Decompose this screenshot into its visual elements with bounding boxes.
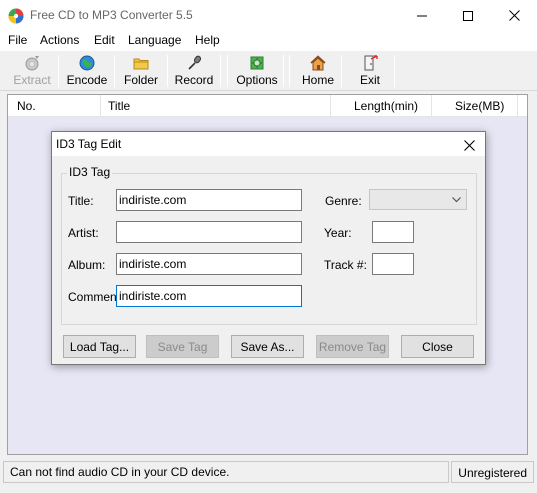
album-field[interactable] xyxy=(116,253,302,275)
exit-label: Exit xyxy=(359,73,380,87)
artist-field[interactable] xyxy=(116,221,302,243)
maximize-button[interactable] xyxy=(445,0,491,31)
menu-bar: File Actions Edit Language Help xyxy=(0,31,537,51)
genre-dropdown[interactable] xyxy=(369,189,467,210)
toolbar-separator xyxy=(114,55,115,87)
toolbar-separator xyxy=(394,55,395,87)
close-icon xyxy=(508,10,520,21)
column-header-title[interactable]: Title xyxy=(108,99,130,113)
track-number-field[interactable] xyxy=(372,253,414,275)
chevron-down-icon xyxy=(452,197,461,203)
save-as-button[interactable]: Save As... xyxy=(231,335,304,358)
record-label: Record xyxy=(174,73,214,87)
year-field[interactable] xyxy=(372,221,414,243)
id3-tag-edit-dialog: ID3 Tag Edit ID3 Tag Title: Artist: Albu… xyxy=(51,131,486,365)
folder-button[interactable]: Folder xyxy=(121,54,161,90)
folder-label: Folder xyxy=(123,73,158,87)
title-bar: Free CD to MP3 Converter 5.5 xyxy=(0,0,537,31)
toolbar-separator xyxy=(58,55,59,87)
toolbar: Extract Encode Folder Record Options Hom… xyxy=(0,51,537,91)
app-cd-icon xyxy=(8,8,24,24)
home-button[interactable]: Home xyxy=(298,54,338,90)
record-button[interactable]: Record xyxy=(173,54,215,90)
home-label: Home xyxy=(301,73,334,87)
minimize-button[interactable] xyxy=(399,0,445,31)
toolbar-separator xyxy=(341,55,342,87)
toolbar-separator xyxy=(167,55,168,87)
remove-tag-button[interactable]: Remove Tag xyxy=(316,335,389,358)
dialog-title-bar: ID3 Tag Edit xyxy=(52,132,485,156)
track-number-label: Track #: xyxy=(324,258,367,272)
menu-file[interactable]: File xyxy=(8,33,27,47)
close-icon xyxy=(463,139,475,151)
genre-label: Genre: xyxy=(325,194,362,208)
encode-label: Encode xyxy=(66,73,108,87)
toolbar-separator xyxy=(227,55,228,87)
maximize-icon xyxy=(463,10,473,21)
menu-actions[interactable]: Actions xyxy=(40,33,79,47)
microphone-icon xyxy=(188,55,202,70)
save-tag-button[interactable]: Save Tag xyxy=(146,335,219,358)
column-divider[interactable] xyxy=(330,95,331,117)
year-label: Year: xyxy=(324,226,352,240)
column-header-size[interactable]: Size(MB) xyxy=(455,99,504,113)
column-divider[interactable] xyxy=(431,95,432,117)
window-title: Free CD to MP3 Converter 5.5 xyxy=(30,8,193,22)
track-list-header: No. Title Length(min) Size(MB) xyxy=(8,95,527,117)
toolbar-separator xyxy=(283,55,284,87)
column-header-length[interactable]: Length(min) xyxy=(354,99,418,113)
column-header-no[interactable]: No. xyxy=(17,99,36,113)
options-gear-icon xyxy=(250,56,264,70)
close-button[interactable] xyxy=(491,0,537,31)
title-field[interactable] xyxy=(116,189,302,211)
registration-status: Unregistered xyxy=(451,461,534,483)
menu-edit[interactable]: Edit xyxy=(94,33,115,47)
toolbar-separator xyxy=(289,55,290,87)
extract-cd-icon xyxy=(25,56,39,71)
options-button[interactable]: Options xyxy=(234,54,280,90)
comment-field[interactable] xyxy=(116,285,302,307)
column-divider[interactable] xyxy=(100,95,101,117)
status-message: Can not find audio CD in your CD device. xyxy=(3,461,449,483)
id3-tag-group-label: ID3 Tag xyxy=(67,165,113,179)
dialog-close-button[interactable] xyxy=(457,136,481,154)
menu-language[interactable]: Language xyxy=(128,33,181,47)
home-icon xyxy=(310,55,326,71)
column-divider[interactable] xyxy=(517,95,518,117)
minimize-icon xyxy=(417,15,427,16)
artist-label: Artist: xyxy=(68,226,99,240)
exit-button[interactable]: Exit xyxy=(352,54,388,90)
exit-door-icon xyxy=(364,55,378,71)
dialog-close-action-button[interactable]: Close xyxy=(401,335,474,358)
options-label: Options xyxy=(236,73,278,87)
menu-help[interactable]: Help xyxy=(195,33,220,47)
title-label: Title: xyxy=(68,194,94,208)
dialog-title: ID3 Tag Edit xyxy=(56,137,122,151)
folder-icon xyxy=(133,58,149,70)
encode-globe-icon xyxy=(79,55,95,71)
extract-button[interactable]: Extract xyxy=(10,54,54,90)
album-label: Album: xyxy=(68,258,106,272)
load-tag-button[interactable]: Load Tag... xyxy=(63,335,136,358)
status-bar: Can not find audio CD in your CD device.… xyxy=(0,460,537,493)
encode-button[interactable]: Encode xyxy=(64,54,110,90)
toolbar-separator xyxy=(220,55,221,87)
extract-label: Extract xyxy=(13,73,51,87)
